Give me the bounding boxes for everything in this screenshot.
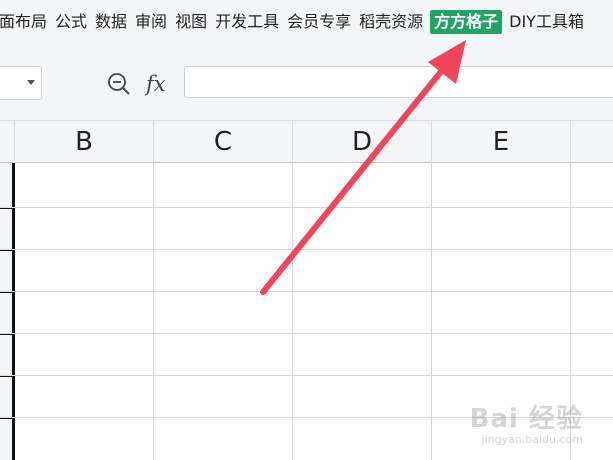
menu-formulas[interactable]: 公式 bbox=[54, 9, 88, 35]
watermark: Bai 经验 jingyan.baidu.com bbox=[470, 398, 583, 446]
watermark-logo: Bai 经验 bbox=[469, 404, 583, 434]
menu-developer-tools[interactable]: 开发工具 bbox=[214, 9, 280, 35]
menu-docer-resources[interactable]: 稻壳资源 bbox=[358, 9, 424, 35]
gridline-horizontal bbox=[0, 249, 613, 250]
gridline-horizontal bbox=[0, 291, 613, 292]
formula-input[interactable] bbox=[184, 66, 613, 98]
insert-function-icon[interactable]: fx bbox=[146, 72, 166, 96]
row-header-corner[interactable] bbox=[0, 121, 15, 163]
chevron-down-icon[interactable] bbox=[27, 80, 35, 85]
column-header-d[interactable]: D bbox=[293, 121, 432, 163]
gridline-horizontal bbox=[0, 207, 613, 208]
menu-review[interactable]: 审阅 bbox=[134, 9, 168, 35]
watermark-url: jingyan.baidu.com bbox=[481, 433, 583, 446]
menu-member-exclusive[interactable]: 会员专享 bbox=[286, 9, 352, 35]
column-header-c[interactable]: C bbox=[154, 121, 293, 163]
column-header-e[interactable]: E bbox=[432, 121, 571, 163]
ribbon-menu-bar: 面布局 公式 数据 审阅 视图 开发工具 会员专享 稻壳资源 方方格子 DIY工… bbox=[0, 0, 613, 44]
column-headers: B C D E bbox=[0, 120, 613, 163]
formula-bar: fx bbox=[0, 44, 613, 120]
spreadsheet-window: 面布局 公式 数据 审阅 视图 开发工具 会员专享 稻壳资源 方方格子 DIY工… bbox=[0, 0, 613, 460]
zoom-magnifier-icon[interactable] bbox=[106, 71, 132, 97]
menu-diy-toolbox[interactable]: DIY工具箱 bbox=[508, 9, 585, 35]
menu-data[interactable]: 数据 bbox=[94, 9, 128, 35]
column-header-f[interactable] bbox=[571, 121, 613, 163]
menu-view[interactable]: 视图 bbox=[174, 9, 208, 35]
column-header-b[interactable]: B bbox=[15, 121, 154, 163]
gridline-horizontal bbox=[0, 333, 613, 334]
menu-fangfang-gezi[interactable]: 方方格子 bbox=[430, 10, 503, 34]
menu-page-layout[interactable]: 面布局 bbox=[0, 9, 48, 35]
gridline-horizontal bbox=[0, 375, 613, 376]
name-box[interactable] bbox=[0, 66, 42, 100]
